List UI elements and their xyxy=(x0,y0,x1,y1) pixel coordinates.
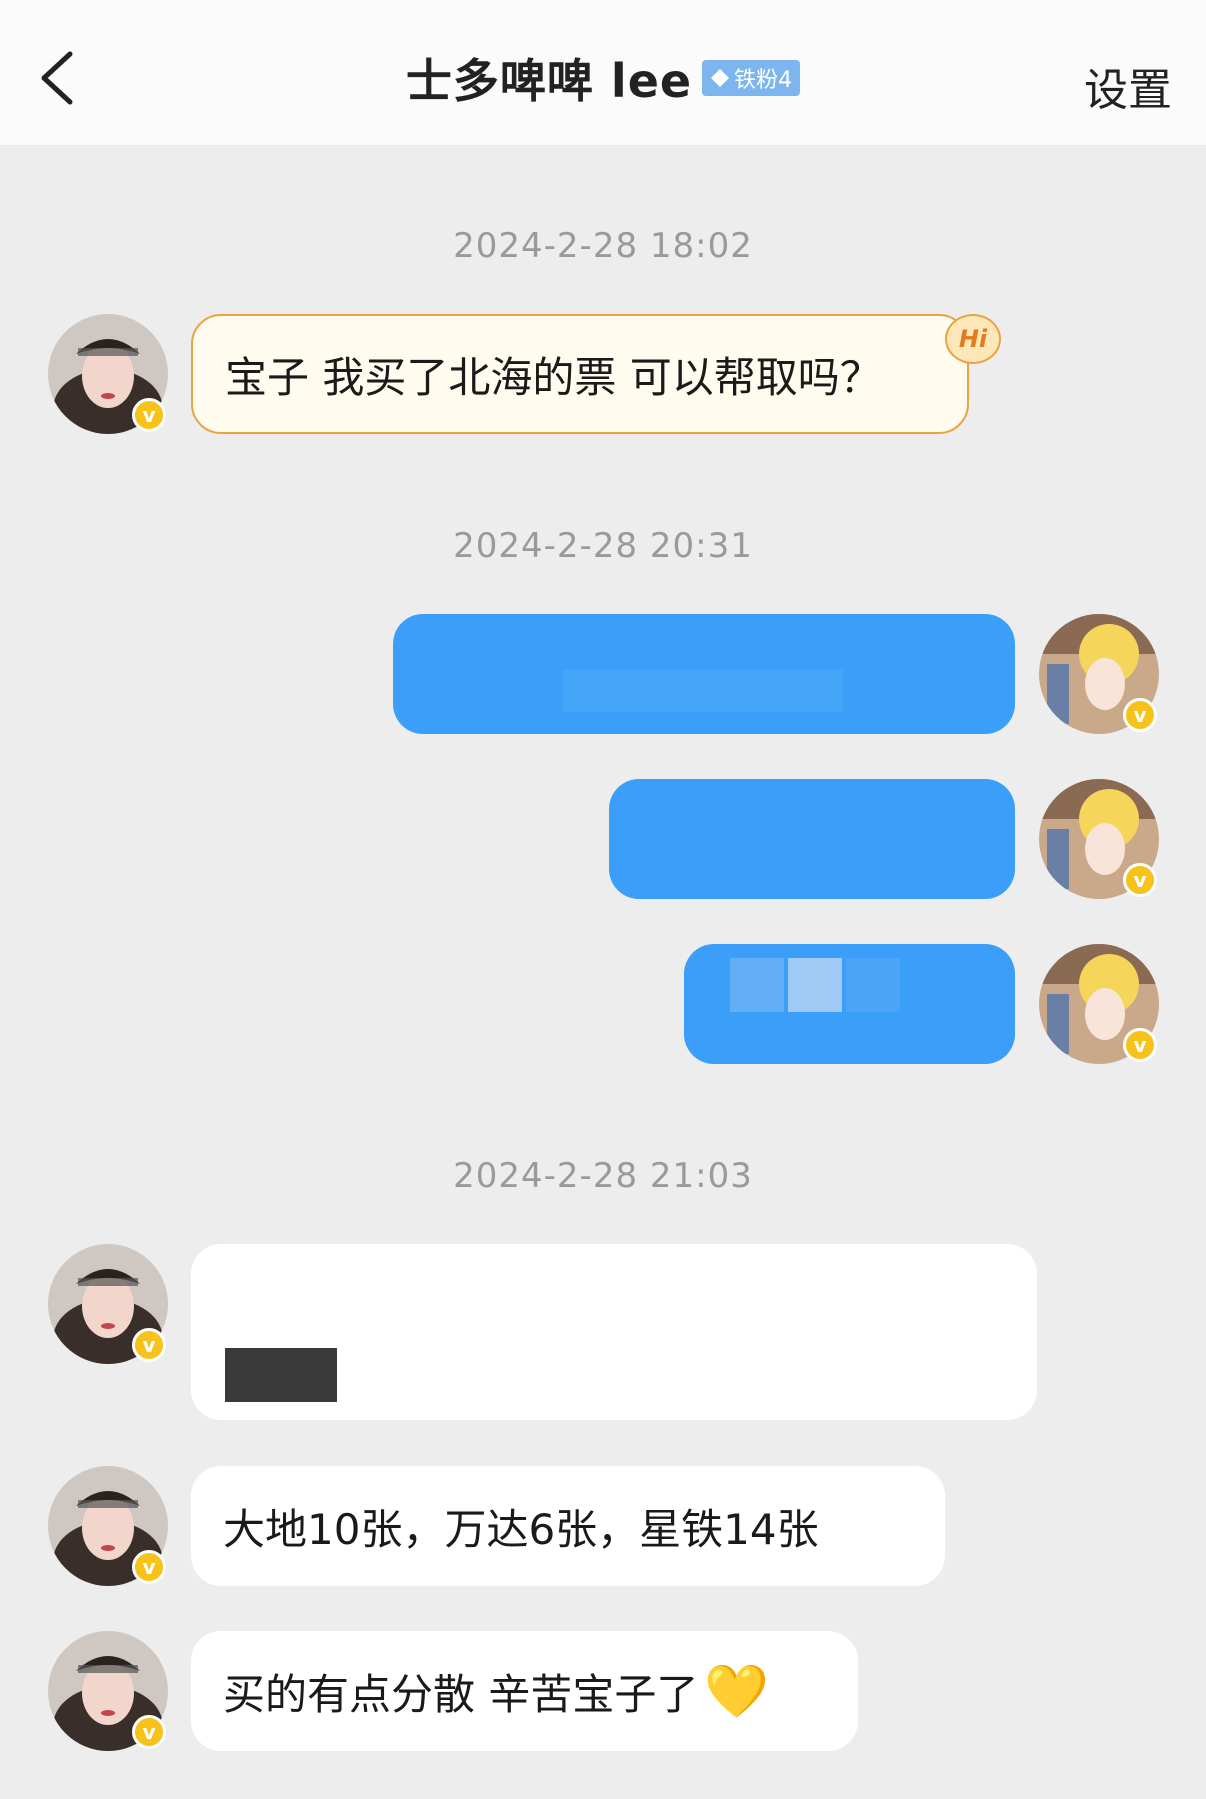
hi-greeting-badge: Hi xyxy=(945,314,1001,364)
timestamp: 2024-2-28 20:31 xyxy=(453,526,753,566)
self-avatar[interactable]: v xyxy=(1039,944,1159,1064)
diamond-icon xyxy=(711,69,730,87)
message-text: 宝子 我买了北海的票 可以帮取吗？ xyxy=(225,352,882,402)
sent-message-bubble[interactable] xyxy=(684,944,1015,1064)
verified-badge: v xyxy=(132,398,166,432)
verified-badge: v xyxy=(1123,698,1157,732)
timestamp: 2024-2-28 21:03 xyxy=(453,1156,753,1196)
verified-badge: v xyxy=(132,1550,166,1584)
blurred-text xyxy=(563,670,843,712)
verified-badge: v xyxy=(1123,1028,1157,1062)
contact-avatar[interactable]: v xyxy=(48,1466,168,1586)
message-text: 买的有点分散 辛苦宝子了 xyxy=(223,1669,699,1719)
received-message-bubble[interactable]: 买的有点分散 辛苦宝子了 💛 xyxy=(191,1631,858,1751)
blurred-text xyxy=(225,1348,337,1402)
verified-badge: v xyxy=(132,1328,166,1362)
sent-message-bubble[interactable] xyxy=(393,614,1015,734)
top-bar: 士多啤啤 lee 铁粉4 设置 xyxy=(0,0,1206,145)
verified-badge: v xyxy=(1123,863,1157,897)
fan-level-label: 铁粉4 xyxy=(734,68,793,93)
verified-badge: v xyxy=(132,1715,166,1749)
received-message-bubble[interactable]: 大地10张，万达6张，星铁14张 xyxy=(191,1466,945,1586)
timestamp: 2024-2-28 18:02 xyxy=(453,226,753,266)
contact-avatar[interactable]: v xyxy=(48,314,168,434)
message-text: 大地10张，万达6张，星铁14张 xyxy=(223,1504,819,1554)
blurred-text xyxy=(788,958,842,1012)
contact-avatar[interactable]: v xyxy=(48,1244,168,1364)
chat-title-area: 士多啤啤 lee 铁粉4 xyxy=(0,48,1206,108)
received-message-bubble[interactable]: 宝子 我买了北海的票 可以帮取吗？ xyxy=(191,314,969,434)
contact-avatar[interactable]: v xyxy=(48,1631,168,1751)
sent-message-bubble[interactable] xyxy=(609,779,1015,899)
blurred-text xyxy=(846,958,900,1012)
blurred-text xyxy=(730,958,784,1012)
heart-icon: 💛 xyxy=(704,1661,770,1722)
received-message-bubble[interactable] xyxy=(191,1244,1037,1420)
chat-title: 士多啤啤 lee xyxy=(405,54,693,108)
self-avatar[interactable]: v xyxy=(1039,614,1159,734)
fan-level-badge: 铁粉4 xyxy=(702,60,801,96)
self-avatar[interactable]: v xyxy=(1039,779,1159,899)
settings-button[interactable]: 设置 xyxy=(1084,54,1172,118)
